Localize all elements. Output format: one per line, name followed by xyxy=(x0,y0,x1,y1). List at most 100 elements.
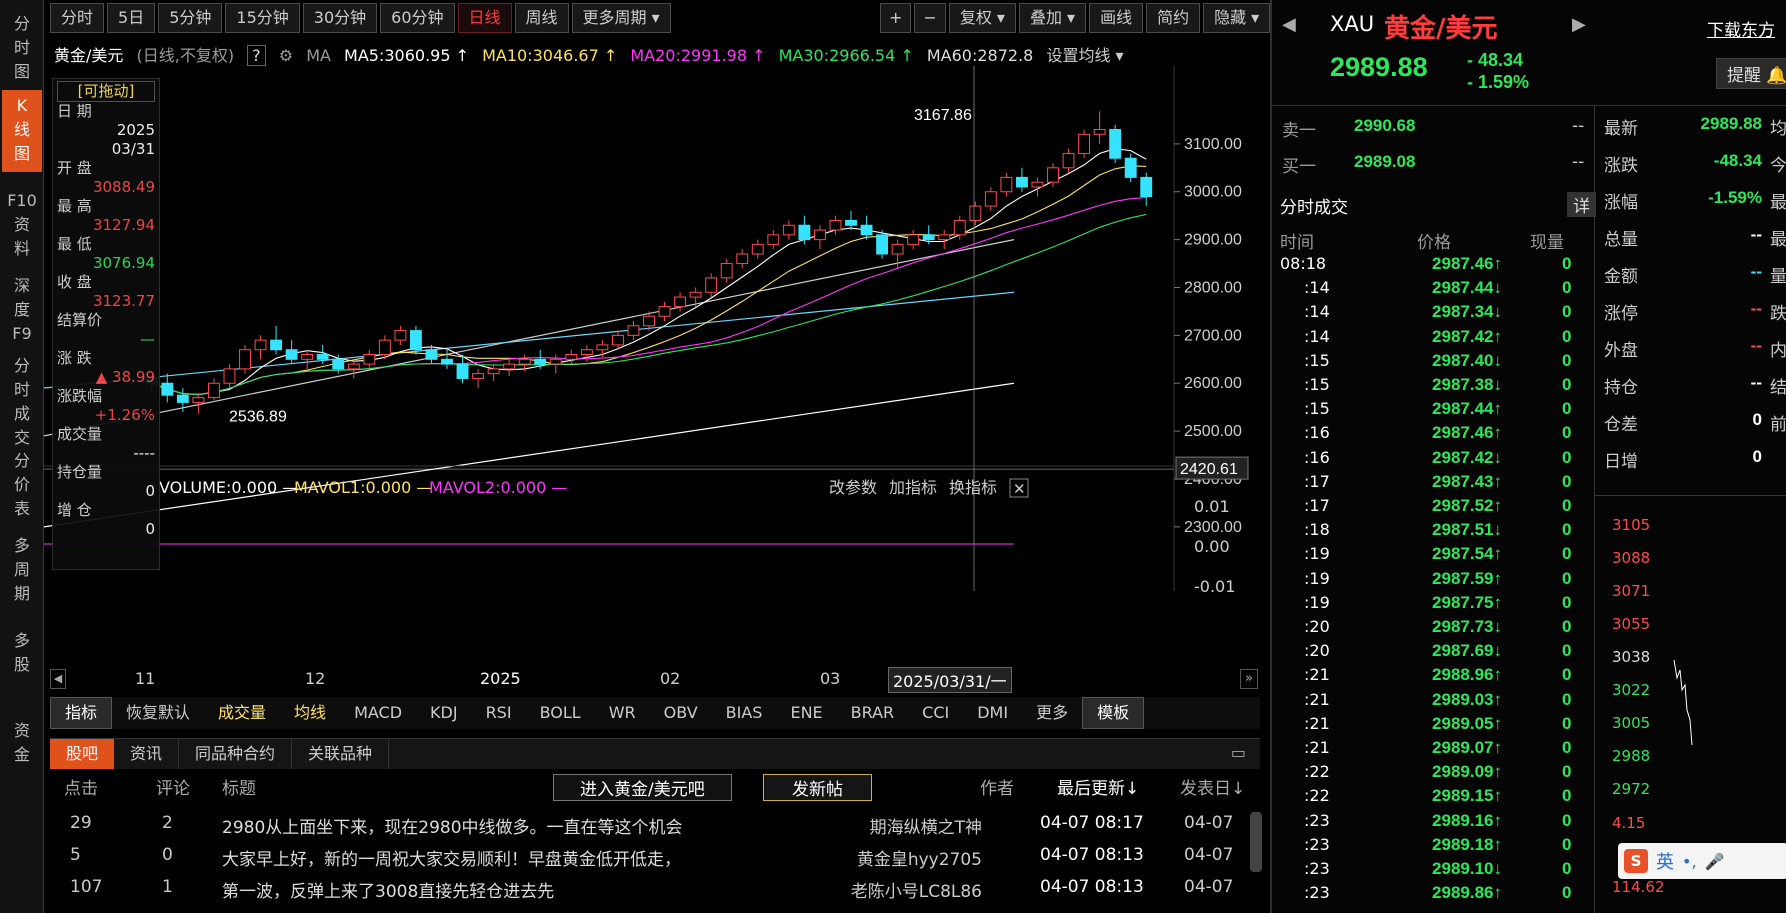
trade-qty: 0 xyxy=(1562,544,1572,564)
remind-button[interactable]: 提醒 🔔 xyxy=(1716,58,1786,89)
post-title[interactable]: 第一波，反弹上来了3008直接先轻仓进去先 xyxy=(222,877,554,902)
ime-toolbar[interactable]: S 英 •, 🎤 xyxy=(1618,843,1786,879)
sidebar-item-5[interactable]: 分价表 xyxy=(2,445,42,518)
open-label: 开 盘 xyxy=(57,159,92,177)
bbs-tab-0[interactable]: 股吧 xyxy=(50,739,115,769)
cursor-date-label: 2025/03/31/一 xyxy=(888,667,1012,693)
indicator-tab-12[interactable]: BRAR xyxy=(837,698,909,728)
candle-body xyxy=(1140,176,1153,198)
period-4[interactable]: 30分钟 xyxy=(302,3,378,33)
candle-body xyxy=(938,234,951,241)
mini-axis-label: 3038 xyxy=(1612,648,1651,666)
candle-body xyxy=(1124,157,1137,178)
forum-panel: 股吧 资讯 同品种合约 关联品种 ▭ 点击 评论 标题 进入黄金/美元吧 发新帖 作者 最后更新↓ 发表… xyxy=(50,738,1260,913)
indicator-tab-4[interactable]: MACD xyxy=(340,698,416,728)
period-2[interactable]: 5分钟 xyxy=(158,3,223,33)
sidebar-char: 股 xyxy=(13,655,30,674)
scroll-left-icon[interactable]: ◀ xyxy=(50,669,66,689)
forum-row[interactable]: 107 1 第一波，反弹上来了3008直接先轻仓进去先 老陈小号LC8L86 04-07… xyxy=(50,873,1250,903)
trade-qty: 0 xyxy=(1562,859,1572,878)
sidebar-item-1[interactable]: K线图 xyxy=(2,90,42,172)
forum-scrollbar[interactable] xyxy=(1250,812,1262,872)
post-title[interactable]: 2980从上面坐下来，现在2980中线做多。一直在等这个机会 xyxy=(222,813,683,838)
period-1[interactable]: 5日 xyxy=(107,3,156,33)
indicator-tab-15[interactable]: 更多 xyxy=(1022,698,1082,728)
bbs-tab-2[interactable]: 同品种合约 xyxy=(179,739,293,769)
indicator-tab-6[interactable]: RSI xyxy=(472,698,526,728)
sidebar-item-6[interactable]: 多周期 xyxy=(2,530,42,612)
ma10-value: MA10:3046.67 ↑ xyxy=(482,46,618,65)
bbs-tab-1[interactable]: 资讯 xyxy=(114,739,180,769)
indicator-tab-10[interactable]: BIAS xyxy=(712,698,777,728)
sidebar-item-8[interactable]: 资金 xyxy=(2,715,42,795)
sidebar-item-2[interactable]: F10 资料 xyxy=(2,185,42,258)
tool-6[interactable]: 隐藏 ▾ xyxy=(1203,3,1271,33)
forum-row[interactable]: 5 0 大家早上好，新的一周祝大家交易顺利！早盘黄金低开低走， 黄金皇hyy2705 0… xyxy=(50,841,1250,871)
indicator-tab-7[interactable]: BOLL xyxy=(526,698,595,728)
post-title[interactable]: 大家早上好，新的一周祝大家交易顺利！早盘黄金低开低走， xyxy=(222,845,681,870)
volume-value: ---- xyxy=(133,444,155,462)
candle-body xyxy=(674,296,687,308)
mavol1-legend: MAVOL1:0.000 — xyxy=(294,478,432,497)
gear-icon[interactable]: ⚙ xyxy=(279,46,293,65)
candle-body xyxy=(394,330,407,341)
tool-4[interactable]: 画线 xyxy=(1089,3,1144,33)
tool-0[interactable]: + xyxy=(880,3,912,33)
bbs-collapse-icon[interactable]: ▭ xyxy=(1231,743,1246,762)
header-title: 标题 xyxy=(222,779,256,799)
indicator-tab-3[interactable]: 均线 xyxy=(280,698,340,728)
period-5[interactable]: 60分钟 xyxy=(380,3,455,33)
enter-bar-button[interactable]: 进入黄金/美元吧 xyxy=(553,774,732,801)
indicator-tab-14[interactable]: DMI xyxy=(963,698,1022,728)
post-updated: 04-07 08:13 xyxy=(1040,877,1144,897)
sidebar-item-7[interactable]: 多股 xyxy=(2,625,42,703)
sidebar-char: 时 xyxy=(13,38,30,57)
indicator-tab-11[interactable]: ENE xyxy=(776,698,836,728)
indicator-tab-16[interactable]: 模板 xyxy=(1082,697,1145,729)
download-link[interactable]: 下载东方 xyxy=(1707,16,1775,41)
indicator-tab-5[interactable]: KDJ xyxy=(416,698,472,728)
period-0[interactable]: 分时 xyxy=(50,3,105,33)
low-value: 3076.94 xyxy=(92,254,155,272)
next-stock-icon[interactable]: ▶ xyxy=(1572,14,1586,35)
indicator-tab-0[interactable]: 指标 xyxy=(50,697,113,729)
post-comments: 2 xyxy=(162,813,173,833)
help-button[interactable]: ? xyxy=(247,45,266,66)
scroll-right-icon[interactable]: » xyxy=(1240,669,1258,689)
period-3[interactable]: 15分钟 xyxy=(225,3,300,33)
forum-row[interactable]: 29 2 2980从上面坐下来，现在2980中线做多。一直在等这个机会 期海纵横之T神… xyxy=(50,809,1250,839)
trade-price: 2987.34↓ xyxy=(1432,302,1502,322)
post-author[interactable]: 黄金皇hyy2705 xyxy=(857,845,982,870)
post-author[interactable]: 老陈小号LC8L86 xyxy=(851,877,982,902)
trade-qty: 0 xyxy=(1562,326,1572,346)
volume-legend: VOLUME:0.000 — xyxy=(159,478,298,497)
price-tick-label: 2700.00 xyxy=(1184,327,1242,344)
prev-stock-icon[interactable]: ◀ xyxy=(1282,14,1296,35)
sidebar-item-4[interactable]: 分时成交 xyxy=(2,350,42,447)
sidebar-item-3[interactable]: 深度 F9 xyxy=(2,270,42,343)
indicator-tab-2[interactable]: 成交量 xyxy=(204,698,280,728)
trade-qty: 0 xyxy=(1562,834,1572,854)
period-8[interactable]: 更多周期 ▾ xyxy=(571,3,671,33)
tool-3[interactable]: 叠加 ▾ xyxy=(1018,3,1087,33)
indicator-tab-9[interactable]: OBV xyxy=(650,698,712,728)
period-7[interactable]: 周线 xyxy=(514,3,569,33)
kline-chart[interactable]: 3100.00 3000.00 2900.00 2800.00 2700.00 2600.… xyxy=(44,66,1260,666)
new-post-button[interactable]: 发新帖 xyxy=(763,774,872,801)
candle-body xyxy=(192,397,205,403)
tool-1[interactable]: − xyxy=(914,3,946,33)
indicator-tab-1[interactable]: 恢复默认 xyxy=(112,698,204,728)
ma-settings-button[interactable]: 设置均线 ▾ xyxy=(1046,46,1123,65)
trade-price: 2988.96↑ xyxy=(1432,665,1502,685)
microphone-icon: 🎤 xyxy=(1704,851,1725,871)
period-6[interactable]: 日线 xyxy=(457,3,512,33)
sidebar-item-0[interactable]: 分时图 xyxy=(2,8,42,81)
tool-2[interactable]: 复权 ▾ xyxy=(948,3,1016,33)
indicator-tab-8[interactable]: WR xyxy=(595,698,650,728)
post-author[interactable]: 期海纵横之T神 xyxy=(870,813,982,838)
tool-5[interactable]: 简约 xyxy=(1146,3,1201,33)
data-tooltip[interactable]: [可拖动] 日 期 2025 03/31 开 盘 3088.49 最 高 312… xyxy=(52,78,160,570)
trades-detail-button[interactable]: 详 xyxy=(1567,192,1596,217)
bbs-tab-3[interactable]: 关联品种 xyxy=(292,739,390,769)
indicator-tab-13[interactable]: CCI xyxy=(908,698,963,728)
